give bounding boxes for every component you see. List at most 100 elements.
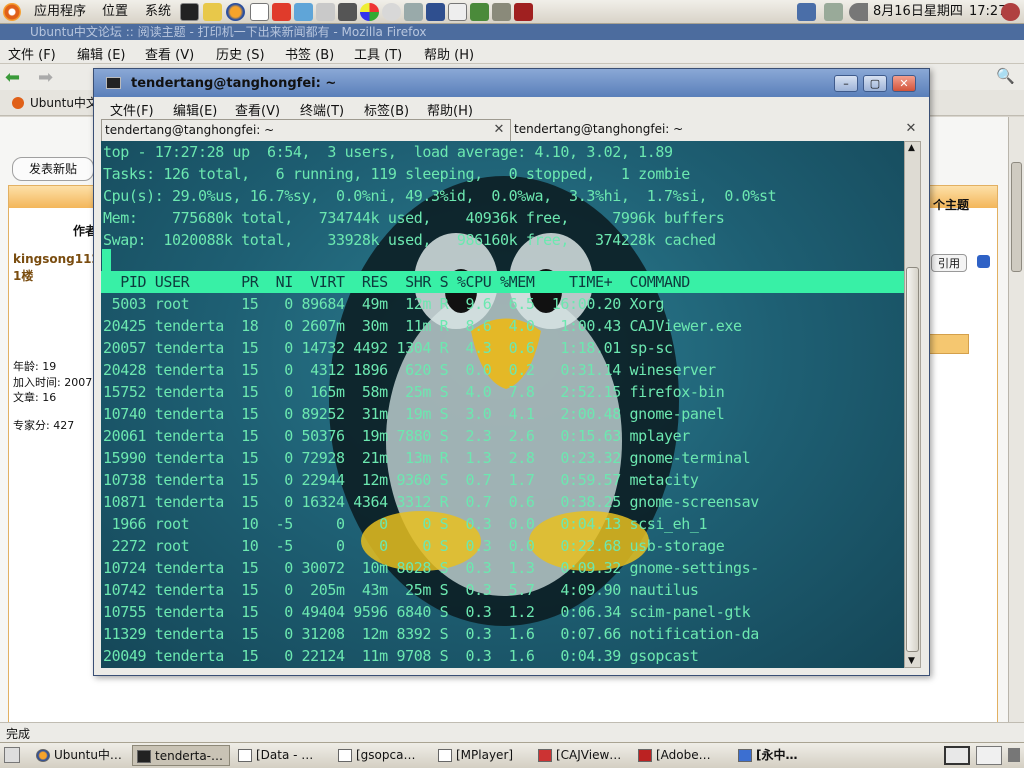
task-gsopcast[interactable]: [gsopca…: [334, 745, 430, 766]
bookmark-ubuntu[interactable]: Ubuntu中文: [30, 94, 98, 111]
network-launcher-icon[interactable]: [294, 3, 313, 21]
firefox-menu-history[interactable]: 历史 (S): [216, 44, 265, 63]
tab-close-icon[interactable]: ✕: [492, 123, 506, 137]
terminal-task-icon: [137, 750, 151, 763]
status-text: 完成: [6, 727, 31, 741]
ruby-launcher-icon[interactable]: [514, 3, 533, 21]
books-launcher-icon[interactable]: [470, 3, 489, 21]
firefox-menu-file[interactable]: 文件 (F): [8, 44, 56, 63]
notes-launcher-icon[interactable]: [448, 3, 467, 21]
picasa-launcher-icon[interactable]: [360, 3, 379, 21]
task-label: tenderta-…: [155, 749, 224, 763]
tab-terminal-2[interactable]: tendertang@tanghongfei: ~ ✕: [511, 119, 922, 141]
pdf-launcher-icon[interactable]: [272, 3, 291, 21]
window-task-icon: [438, 749, 452, 762]
document-launcher-icon[interactable]: [250, 3, 269, 21]
show-desktop-icon[interactable]: [4, 747, 20, 763]
logout-icon[interactable]: [1001, 3, 1020, 21]
firefox-scrollbar[interactable]: [1008, 117, 1024, 722]
globe-launcher-icon[interactable]: [382, 3, 401, 21]
battery-icon[interactable]: [824, 3, 843, 21]
process-row: 2272 root 10 -5 0 0 0 S 0.3 0.0 0:22.68 …: [103, 537, 725, 555]
edit-icon[interactable]: [977, 255, 990, 268]
firefox-menu-view[interactable]: 查看 (V): [145, 44, 194, 63]
terminal-menu-file[interactable]: 文件(F): [110, 100, 154, 119]
task-yozo[interactable]: [永中…: [734, 745, 830, 766]
terminal-cursor: [102, 249, 111, 271]
terminal-launcher-icon[interactable]: [180, 3, 199, 21]
calculator-launcher-icon[interactable]: [492, 3, 511, 21]
scroll-down-arrow-icon[interactable]: ▼: [908, 656, 915, 666]
terminal-tabbar: tendertang@tanghongfei: ~ ✕ tendertang@t…: [101, 119, 922, 141]
process-row: 20425 tenderta 18 0 2607m 30m 11m R 8.6 …: [103, 317, 742, 335]
terminal-menu-view[interactable]: 查看(V): [235, 100, 280, 119]
task-terminal[interactable]: tenderta-…: [132, 745, 230, 766]
process-table-header: PID USER PR NI VIRT RES SHR S %CPU %MEM …: [101, 271, 904, 293]
places-menu[interactable]: 位置: [102, 3, 128, 20]
task-data[interactable]: [Data - …: [234, 745, 330, 766]
quote-button[interactable]: 引用: [931, 254, 967, 272]
terminal-menu-terminal[interactable]: 终端(T): [300, 100, 344, 119]
workspace-1-icon[interactable]: [944, 746, 970, 765]
back-arrow-icon[interactable]: ⬅: [5, 67, 20, 88]
trash-icon[interactable]: [1008, 748, 1020, 762]
system-menu[interactable]: 系统: [145, 3, 171, 20]
task-label: [永中…: [756, 748, 798, 762]
firefox-menu-tools[interactable]: 工具 (T): [354, 44, 402, 63]
settings-launcher-icon[interactable]: [316, 3, 335, 21]
panel-date[interactable]: 8月16日星期四: [873, 3, 963, 20]
terminal-screen[interactable]: top - 17:27:28 up 6:54, 3 users, load av…: [101, 141, 904, 668]
maximize-button[interactable]: ▢: [863, 75, 887, 92]
process-row: 20049 tenderta 15 0 22124 11m 9708 S 0.3…: [103, 647, 699, 665]
scroll-up-arrow-icon[interactable]: ▲: [908, 143, 915, 153]
applications-menu[interactable]: 应用程序: [34, 3, 86, 20]
top-summary-line: top - 17:27:28 up 6:54, 3 users, load av…: [103, 143, 673, 161]
firefox-launcher-icon[interactable]: [226, 3, 245, 21]
yozo-task-icon: [738, 749, 752, 762]
terminal-menu-help[interactable]: 帮助(H): [427, 100, 473, 119]
display-launcher-icon[interactable]: [426, 3, 445, 21]
firefox-menu-bookmarks[interactable]: 书签 (B): [285, 44, 334, 63]
new-post-button[interactable]: 发表新贴: [12, 157, 94, 181]
app-launcher-icon[interactable]: [338, 3, 357, 21]
volume-icon[interactable]: [849, 3, 868, 21]
network-status-icon[interactable]: [797, 3, 816, 21]
ubuntu-bookmark-icon: [12, 97, 24, 109]
post-username[interactable]: kingsong112: [13, 252, 100, 266]
tab-label: tendertang@tanghongfei: ~: [105, 123, 275, 137]
task-mplayer[interactable]: [MPlayer]: [434, 745, 530, 766]
task-adobe[interactable]: [Adobe…: [634, 745, 730, 766]
ubuntu-logo-icon[interactable]: [3, 3, 21, 21]
firefox-menu-edit[interactable]: 编辑 (E): [77, 44, 126, 63]
firefox-menu-help[interactable]: 帮助 (H): [424, 44, 474, 63]
terminal-scroll-thumb[interactable]: [906, 267, 919, 652]
tab-terminal-1[interactable]: tendertang@tanghongfei: ~ ✕: [101, 119, 511, 141]
firefox-scroll-thumb[interactable]: [1011, 162, 1022, 272]
terminal-menu-tabs[interactable]: 标签(B): [364, 100, 409, 119]
drive-launcher-icon[interactable]: [404, 3, 423, 21]
process-row: 1966 root 10 -5 0 0 0 S 0.3 0.0 0:04.13 …: [103, 515, 708, 533]
firefox-task-icon: [36, 749, 50, 762]
process-row: 10871 tenderta 15 0 16324 4364 3312 R 0.…: [103, 493, 759, 511]
task-firefox[interactable]: Ubuntu中…: [32, 745, 128, 766]
task-cajviewer[interactable]: [CAJView…: [534, 745, 630, 766]
next-topic-link[interactable]: 个主题: [933, 196, 969, 213]
terminal-scrollbar[interactable]: ▲ ▼: [904, 141, 921, 668]
window-task-icon: [238, 749, 252, 762]
minimize-button[interactable]: –: [834, 75, 858, 92]
process-row: 20061 tenderta 15 0 50376 19m 7880 S 2.3…: [103, 427, 690, 445]
process-row: 10742 tenderta 15 0 205m 43m 25m S 0.3 5…: [103, 581, 699, 599]
user-joined: 加入时间: 2007: [13, 376, 93, 389]
close-button[interactable]: ✕: [892, 75, 916, 92]
terminal-menu-edit[interactable]: 编辑(E): [173, 100, 217, 119]
terminal-menubar: 文件(F) 编辑(E) 查看(V) 终端(T) 标签(B) 帮助(H): [94, 97, 929, 119]
terminal-title-bar[interactable]: tendertang@tanghongfei: ~ – ▢ ✕: [94, 69, 929, 97]
terminal-title: tendertang@tanghongfei: ~: [131, 76, 337, 91]
forward-arrow-icon[interactable]: ➡: [38, 67, 53, 88]
process-row: 10738 tenderta 15 0 22944 12m 9360 S 0.7…: [103, 471, 699, 489]
search-icon[interactable]: 🔍: [996, 67, 1015, 85]
text-editor-launcher-icon[interactable]: [203, 3, 222, 21]
user-points: 专家分: 427: [13, 419, 75, 432]
workspace-2-icon[interactable]: [976, 746, 1002, 765]
tab-close-icon[interactable]: ✕: [904, 122, 918, 136]
